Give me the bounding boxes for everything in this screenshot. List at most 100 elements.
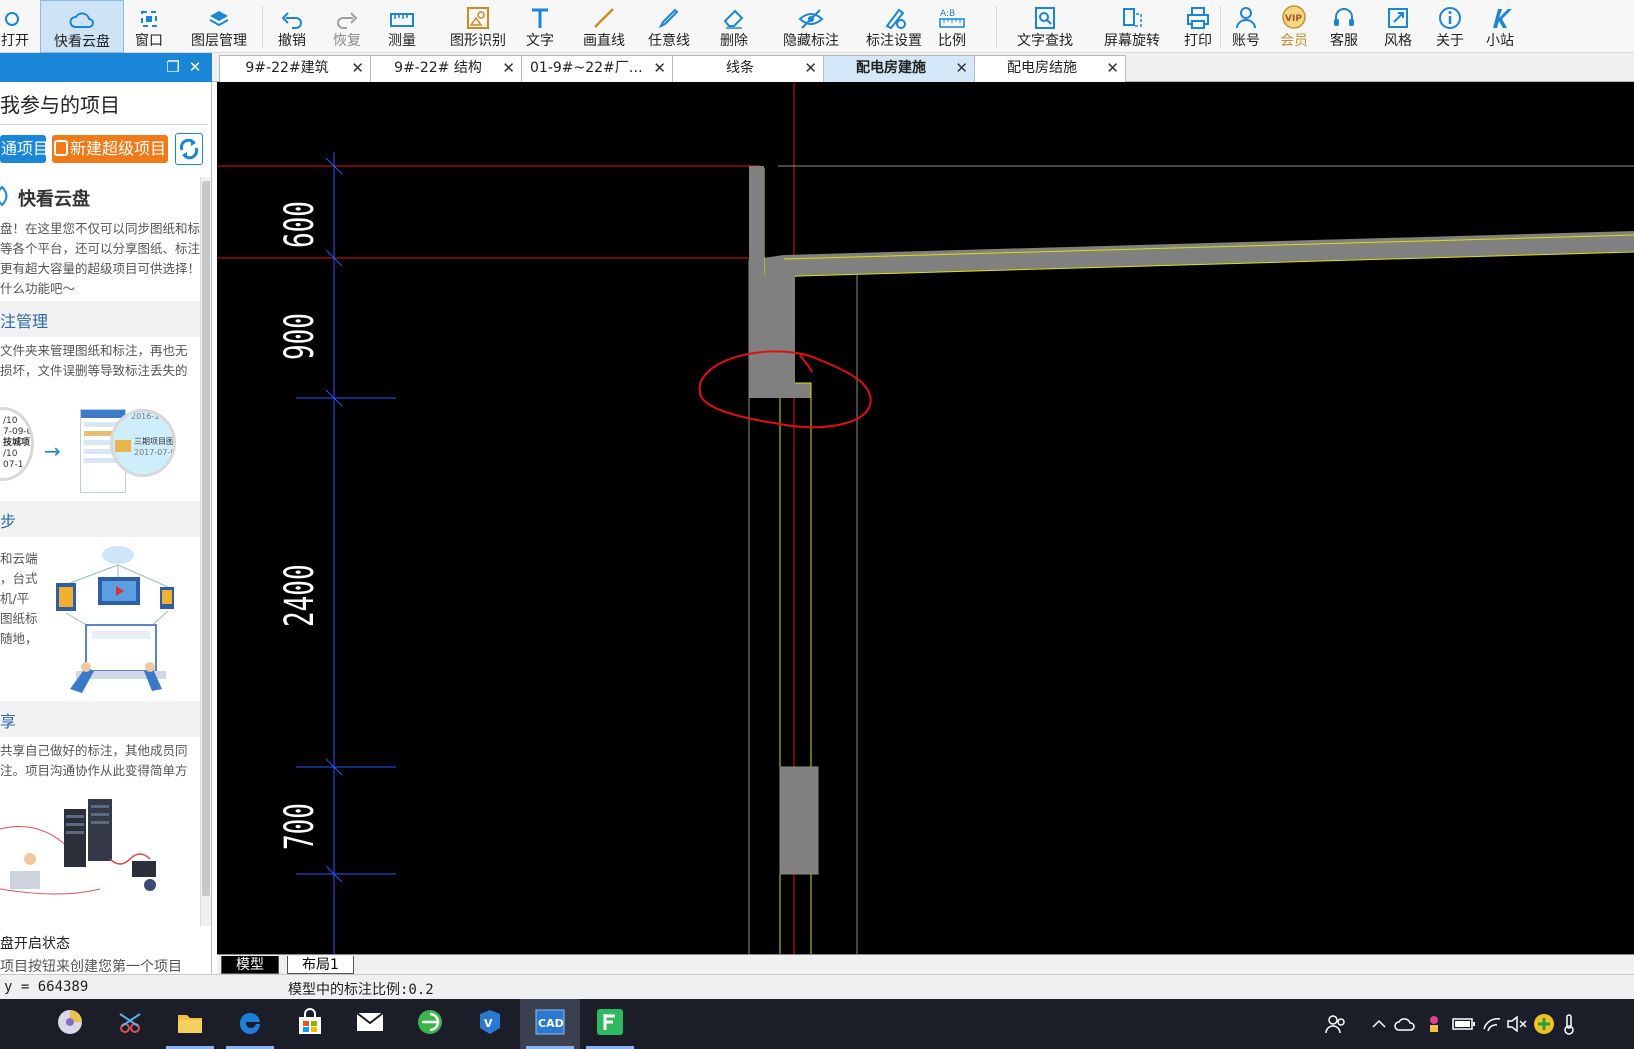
cad-viewer-icon: CAD [535, 1009, 565, 1039]
line-icon [592, 0, 616, 32]
close-tab-icon[interactable]: ✕ [804, 56, 817, 81]
document-tab[interactable]: 9#-22#建筑 ✕ [219, 55, 371, 82]
security-shield-icon[interactable] [1533, 1013, 1555, 1035]
toolbar-separator [996, 6, 997, 48]
toolbar-shape-recognition-button[interactable]: 图形识别 [440, 0, 516, 53]
layout-tabs: 模型 布局1 [217, 954, 1634, 974]
toolbar-print-button[interactable]: 打印 [1176, 0, 1220, 53]
illus-right-date: 2016-1 [131, 412, 160, 421]
people-icon[interactable] [1325, 1013, 1347, 1035]
window-icon [138, 0, 160, 32]
freehand-icon [657, 0, 681, 32]
battery-icon[interactable] [1452, 1013, 1476, 1035]
taskbar-app[interactable] [220, 999, 280, 1049]
toolbar-scale-button[interactable]: A:B 比例 [930, 0, 974, 53]
document-tab-label: 线条 [726, 60, 754, 76]
chevron-up-icon[interactable] [1371, 1013, 1387, 1035]
close-tab-icon[interactable]: ✕ [653, 56, 666, 81]
taskbar-app[interactable] [400, 999, 460, 1049]
toolbar-line-button[interactable]: 画直线 [575, 0, 633, 53]
toolbar-rotate-screen-button[interactable]: 屏幕旋转 [1090, 0, 1174, 53]
toolbar-hide-eye-button[interactable]: 隐藏标注 [772, 0, 850, 53]
search-text-icon [1033, 0, 1057, 32]
taskbar-app[interactable] [280, 999, 340, 1049]
refresh-button[interactable] [175, 133, 203, 165]
onedrive-icon[interactable] [1394, 1013, 1416, 1035]
toolbar-measure-button[interactable]: 测量 [380, 0, 424, 53]
document-tab-strip: 9#-22#建筑 ✕ 9#-22# 结构 ✕ 01-9#~22#厂房… ✕ 线条 ✕ 配电房建施… [212, 53, 1634, 82]
document-tab[interactable]: 配电房结施 ✕ [974, 55, 1126, 82]
toolbar-info-button[interactable]: 关于 [1428, 0, 1472, 53]
taskbar-app[interactable] [580, 999, 640, 1049]
flag-icon[interactable] [1425, 1013, 1443, 1035]
close-tab-icon[interactable]: ✕ [955, 56, 968, 81]
illus-left-text-1: /10 [3, 416, 18, 426]
toolbar-label: 撤销 [278, 33, 306, 49]
thermometer-icon[interactable] [1562, 1013, 1576, 1035]
open-icon [4, 0, 26, 32]
toolbar-headset-button[interactable]: 客服 [1322, 0, 1366, 53]
close-tab-icon[interactable]: ✕ [1106, 56, 1119, 81]
toolbar-k-logo-button[interactable]: 小站 [1478, 0, 1522, 53]
sync-desc-3: 机/平 [0, 591, 30, 606]
parapet-wall [749, 166, 764, 275]
toolbar-eraser-button[interactable]: 删除 [712, 0, 756, 53]
new-super-project-button[interactable]: 新建超级项目 [52, 135, 168, 163]
toolbar-label: 画直线 [583, 33, 625, 49]
close-tab-icon[interactable]: ✕ [351, 56, 364, 81]
toolbar-window-button[interactable]: 窗口 [127, 0, 171, 53]
scrollbar-thumb[interactable] [202, 181, 210, 896]
toolbar-search-text-button[interactable]: 文字查找 [1003, 0, 1087, 53]
tab-model[interactable]: 模型 [221, 956, 279, 974]
toolbar-label: 恢复 [333, 33, 361, 49]
svg-text:A:B: A:B [940, 9, 955, 19]
folder-illustration-right: 2016-1 三期项目图纸 2017-07-07 [110, 409, 176, 477]
toolbar-cloud-button[interactable]: 快看云盘 [40, 0, 124, 53]
toolbar-open-button[interactable]: 打开 [0, 0, 30, 53]
close-tab-icon[interactable]: ✕ [502, 56, 515, 81]
taskbar-app[interactable] [340, 999, 400, 1049]
drawing-canvas[interactable]: 600 900 2400 700 [217, 82, 1634, 954]
toolbar-undo-button[interactable]: 撤销 [270, 0, 314, 53]
toolbar-vip-button[interactable]: VIP 会员 [1274, 0, 1314, 53]
toolbar-layers-button[interactable]: 图层管理 [180, 0, 258, 53]
restore-window-icon[interactable]: ❐ [164, 58, 182, 76]
document-tab-label: 9#-22#建筑 [245, 60, 329, 76]
toolbar-user-button[interactable]: 账号 [1226, 0, 1266, 53]
wifi-icon[interactable] [1482, 1013, 1502, 1035]
taskbar-app[interactable] [40, 999, 100, 1049]
toolbar-text-button[interactable]: 文字 [520, 0, 560, 53]
annotation-scale-status: 模型中的标注比例:0.2 [288, 982, 434, 998]
document-tab[interactable]: 配电房建施 ✕ [823, 55, 975, 82]
toolbar-redo-button[interactable]: 恢复 [325, 0, 369, 53]
file-explorer-icon [176, 1009, 204, 1039]
toolbar-label: 删除 [720, 33, 748, 49]
close-panel-icon[interactable]: ✕ [186, 58, 204, 76]
tab-layout1[interactable]: 布局1 [287, 956, 354, 974]
document-tab-label: 配电房建施 [856, 60, 926, 76]
toolbar-freehand-button[interactable]: 任意线 [640, 0, 698, 53]
cloud-icon [68, 1, 96, 33]
team-server-illustration [0, 799, 156, 895]
coordinate-readout: y = 664389 [4, 979, 89, 995]
k-logo-icon [1488, 0, 1512, 32]
cloud-title: 快看云盘 [18, 189, 90, 210]
illus-left-text-3: 技城项目 [3, 438, 31, 448]
document-tab[interactable]: 线条 ✕ [672, 55, 824, 82]
taskbar-app[interactable] [160, 999, 220, 1049]
document-tab[interactable]: 9#-22# 结构 ✕ [370, 55, 522, 82]
panel-scrollbar[interactable] [200, 177, 211, 926]
document-tab[interactable]: 01-9#~22#厂房… ✕ [521, 55, 673, 82]
taskbar-app[interactable]: CAD [520, 999, 580, 1049]
common-project-button[interactable]: 通项目 [0, 135, 46, 163]
toolbar-label: 窗口 [135, 33, 163, 49]
toolbar-style-button[interactable]: 风格 [1376, 0, 1420, 53]
taskbar-app[interactable]: V [460, 999, 520, 1049]
cloud-intro-scroll[interactable]: 快看云盘 盘！在这里您不仅可以同步图纸和标 等各个平台，还可以分享图纸、标注 更… [0, 177, 200, 926]
toolbar-label: 快看云盘 [54, 34, 110, 50]
volume-muted-icon[interactable] [1506, 1013, 1528, 1035]
toolbar-settings-pen-button[interactable]: 标注设置 [855, 0, 933, 53]
section-sync-label: 步 [0, 512, 17, 531]
taskbar-app[interactable] [100, 999, 160, 1049]
projects-title: 我参与的项目 [0, 93, 120, 117]
